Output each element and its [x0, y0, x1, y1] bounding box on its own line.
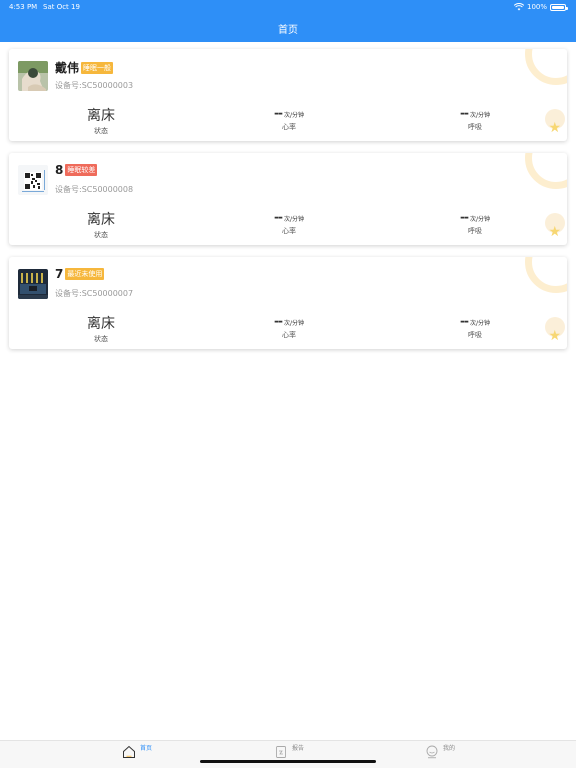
qr-code-icon [18, 165, 48, 195]
home-icon [123, 745, 135, 758]
report-icon [276, 746, 286, 758]
breath-unit: 次/分钟 [469, 320, 490, 327]
status-value: 离床 [87, 316, 115, 332]
device-card[interactable]: ★ 7 最近未使用 设备号:SC50000007 离床 状态 -- 次/分钟 心率 … [9, 257, 567, 349]
status-value: 离床 [87, 108, 115, 124]
star-icon: ★ [548, 328, 561, 344]
status-metric: 离床 状态 [73, 105, 129, 136]
status-label: 状态 [94, 127, 108, 135]
sleep-quality-badge: 睡眠较差 [65, 164, 98, 176]
breath-metric: -- 次/分钟 呼吸 [445, 105, 505, 132]
home-indicator [200, 760, 376, 763]
decorative-ring [525, 153, 567, 189]
status-label: 状态 [94, 335, 108, 343]
user-name-text: 8 [55, 163, 64, 177]
status-right: 100% [513, 3, 568, 11]
heart-rate-metric: -- 次/分钟 心率 [259, 209, 319, 236]
breath-metric: -- 次/分钟 呼吸 [445, 209, 505, 236]
heart-rate-value: -- [274, 314, 283, 328]
breath-unit: 次/分钟 [469, 112, 490, 119]
star-icon: ★ [548, 224, 561, 240]
tab-bar: 首页 报告 我的 [0, 740, 576, 768]
heart-rate-label: 心率 [282, 123, 296, 131]
user-name-text: 7 [55, 267, 64, 281]
device-id: 设备号:SC50000003 [55, 81, 134, 90]
avatar [18, 165, 48, 195]
device-card[interactable]: ★ 戴伟 睡眠一般 设备号:SC50000003 离床 状态 -- 次/分钟 心率 … [9, 49, 567, 141]
page-title: 首页 [278, 25, 298, 36]
battery-percent: 100% [526, 3, 547, 11]
device-id: 设备号:SC50000008 [55, 185, 134, 194]
tab-home[interactable]: 首页 [122, 741, 162, 768]
heart-rate-value: -- [274, 210, 283, 224]
battery-icon [550, 3, 568, 11]
sleep-quality-badge: 最近未使用 [65, 268, 105, 280]
navigation-bar: 4:53 PM Sat Oct 19 100% 首页 [0, 0, 576, 42]
breath-metric: -- 次/分钟 呼吸 [445, 313, 505, 340]
user-name: 8 睡眠较差 [55, 163, 98, 177]
user-name: 戴伟 睡眠一般 [55, 59, 114, 76]
heart-rate-value: -- [274, 106, 283, 120]
device-photo-icon [18, 269, 48, 299]
sleep-quality-badge: 睡眠一般 [81, 62, 114, 74]
avatar [18, 61, 48, 91]
breath-value: -- [460, 210, 469, 224]
heart-rate-metric: -- 次/分钟 心率 [259, 313, 319, 340]
tab-report[interactable]: 报告 [274, 741, 314, 768]
status-time: 4:53 PM [9, 3, 38, 11]
decorative-ring [525, 49, 567, 85]
user-name: 7 最近未使用 [55, 267, 105, 281]
heart-rate-label: 心率 [282, 331, 296, 339]
status-label: 状态 [94, 231, 108, 239]
device-card[interactable]: ★ 8 睡眠较差 设备号:SC50000008 离床 状态 -- 次/分钟 心率 -… [9, 153, 567, 245]
device-id: 设备号:SC50000007 [55, 289, 134, 298]
breath-value: -- [460, 106, 469, 120]
tab-profile[interactable]: 我的 [425, 741, 465, 768]
heart-rate-label: 心率 [282, 227, 296, 235]
heart-rate-unit: 次/分钟 [283, 216, 304, 223]
tab-profile-label: 我的 [443, 745, 456, 752]
breath-label: 呼吸 [468, 227, 482, 235]
breath-label: 呼吸 [468, 331, 482, 339]
avatar [18, 269, 48, 299]
heart-rate-metric: -- 次/分钟 心率 [259, 105, 319, 132]
status-value: 离床 [87, 212, 115, 228]
tab-home-label: 首页 [140, 745, 153, 752]
heart-rate-unit: 次/分钟 [283, 320, 304, 327]
status-date: Sat Oct 19 [43, 3, 80, 11]
star-icon: ★ [548, 120, 561, 136]
status-metric: 离床 状态 [73, 209, 129, 240]
user-name-text: 戴伟 [55, 61, 80, 75]
breath-unit: 次/分钟 [469, 216, 490, 223]
breath-value: -- [460, 314, 469, 328]
status-metric: 离床 状态 [73, 313, 129, 344]
breath-label: 呼吸 [468, 123, 482, 131]
wifi-icon [513, 3, 524, 11]
heart-rate-unit: 次/分钟 [283, 112, 304, 119]
decorative-ring [525, 257, 567, 293]
person-photo-icon [18, 61, 48, 91]
profile-icon [426, 745, 438, 759]
tab-report-label: 报告 [292, 745, 305, 752]
